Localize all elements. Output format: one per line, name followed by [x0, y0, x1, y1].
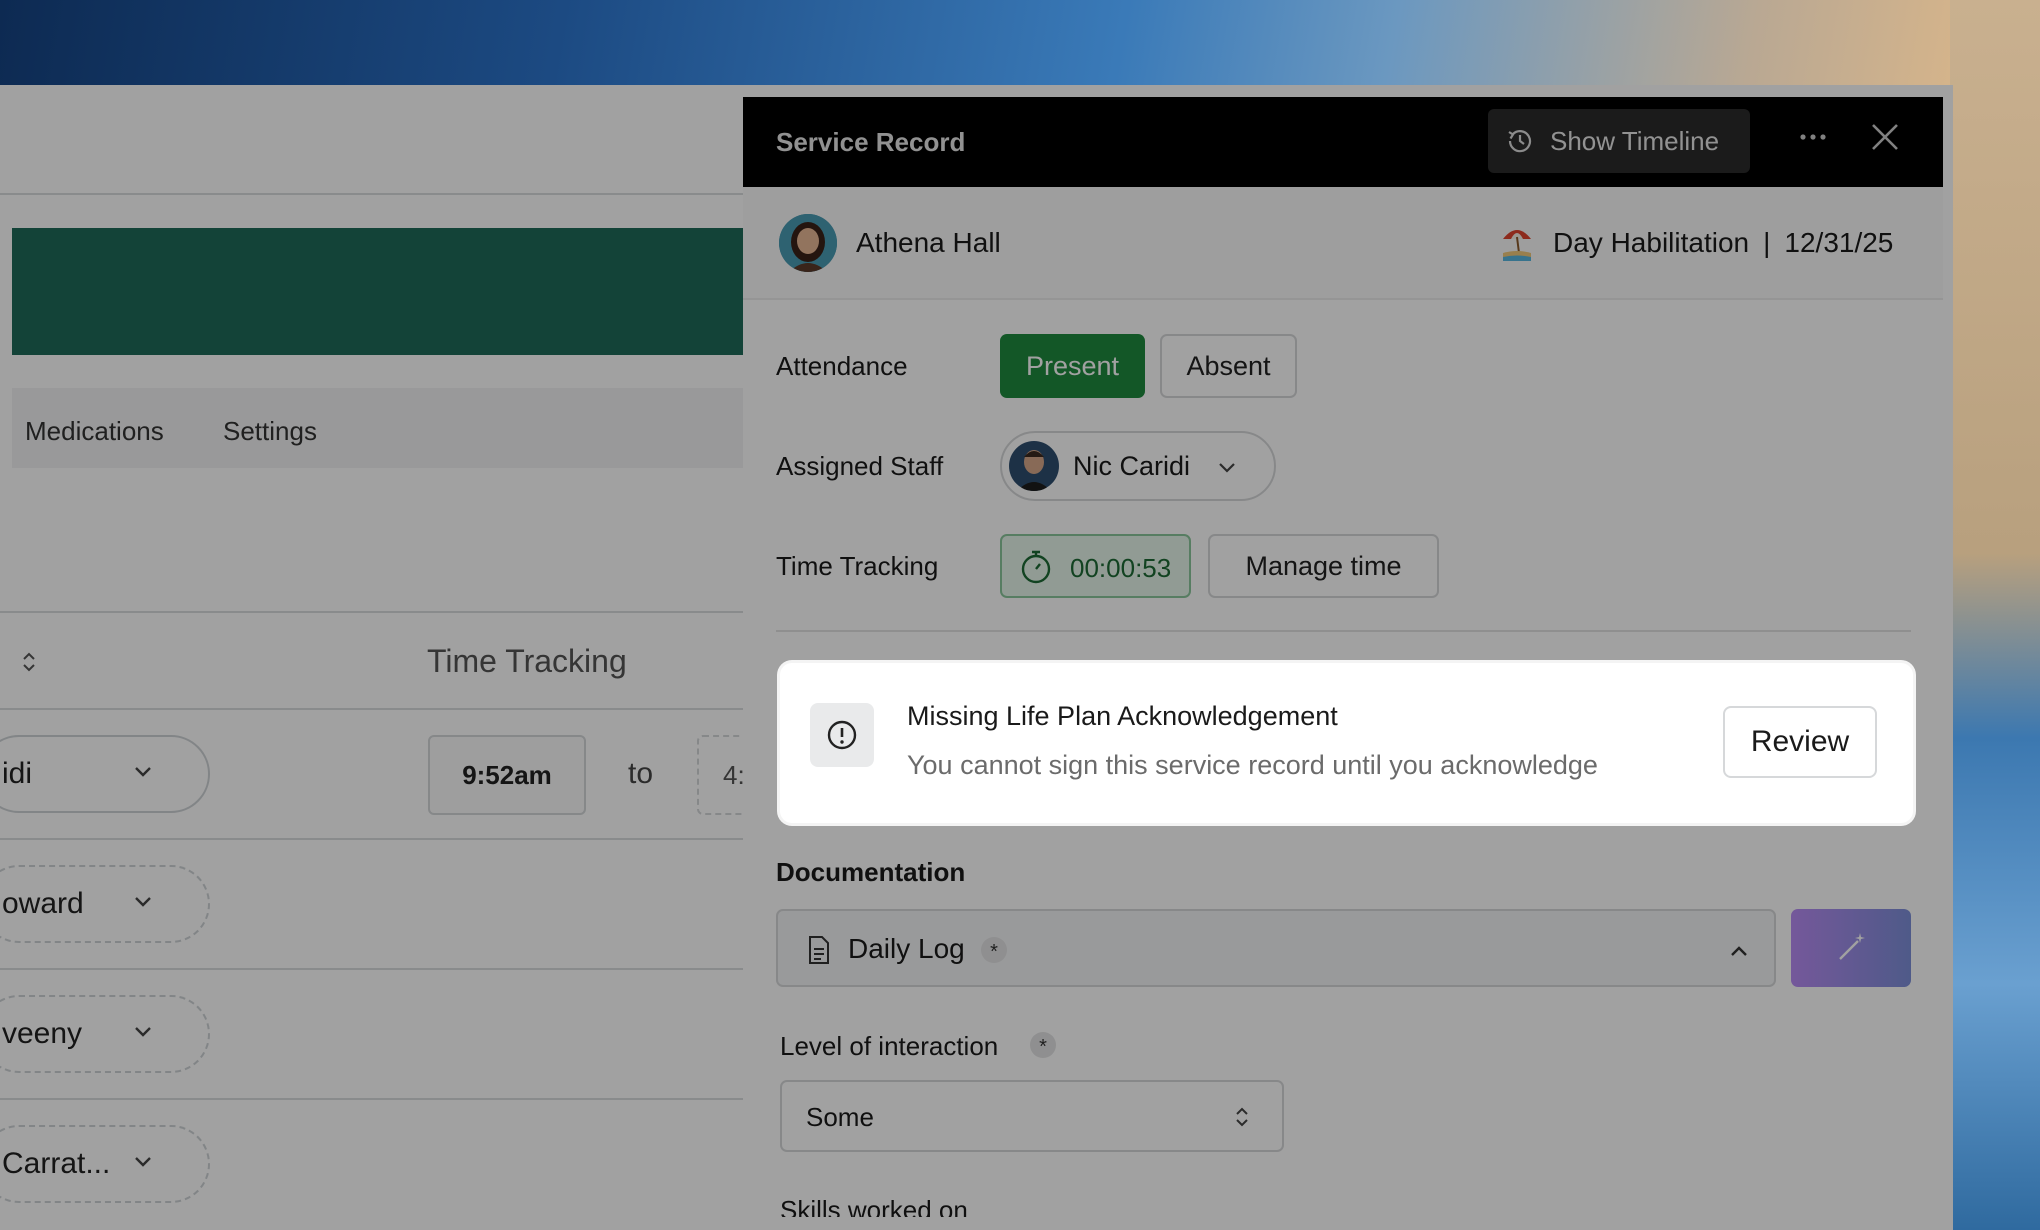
panel-header: Service Record Show Timeline: [743, 97, 1943, 187]
attendance-label: Attendance: [776, 351, 908, 381]
stopwatch-icon: [1021, 550, 1051, 584]
service-separator: |: [1763, 227, 1771, 258]
divider: [776, 630, 1911, 632]
staff-avatar: [1009, 441, 1059, 491]
alert-circle-icon: [827, 720, 857, 750]
required-indicator: *: [981, 937, 1007, 963]
alert-message: You cannot sign this service record unti…: [907, 750, 1598, 780]
timer-value: 00:00:53: [1070, 553, 1172, 583]
running-timer[interactable]: 00:00:53: [1000, 534, 1191, 598]
show-timeline-button[interactable]: Show Timeline: [1488, 109, 1750, 173]
level-of-interaction-label: Level of interaction: [780, 1031, 999, 1061]
close-icon[interactable]: [1863, 115, 1907, 159]
select-updown-icon: [1236, 1107, 1248, 1127]
service-date: 12/31/25: [1784, 227, 1894, 258]
client-avatar-image: [779, 214, 837, 272]
alert-icon-box: [810, 703, 874, 767]
more-options-icon[interactable]: [1791, 115, 1835, 159]
alert-title: Missing Life Plan Acknowledgement: [907, 701, 1338, 731]
document-select[interactable]: Daily Log *: [776, 909, 1776, 987]
panel-title: Service Record: [776, 127, 966, 157]
assigned-staff-name: Nic Caridi: [1073, 451, 1191, 481]
review-button[interactable]: Review: [1723, 706, 1877, 778]
history-icon: [1508, 130, 1532, 153]
assigned-staff-select[interactable]: Nic Caridi: [1000, 431, 1276, 501]
assigned-staff-label: Assigned Staff: [776, 451, 944, 481]
desktop-wallpaper: [1950, 0, 2040, 1230]
show-timeline-label: Show Timeline: [1550, 126, 1720, 156]
manage-time-button[interactable]: Manage time: [1208, 534, 1439, 598]
service-info: Day Habilitation | 12/31/25: [1553, 227, 1893, 259]
time-tracking-label: Time Tracking: [776, 551, 939, 581]
staff-avatar-image: [1009, 441, 1059, 491]
service-name: Day Habilitation: [1553, 227, 1750, 258]
magic-wand-icon: [1839, 933, 1865, 960]
ai-assist-button[interactable]: [1791, 909, 1911, 987]
service-record-panel: Service Record Show Timeline Athena Hall…: [743, 97, 1943, 1217]
skills-label: Skills worked on: [780, 1195, 968, 1217]
document-icon: [809, 936, 829, 964]
level-of-interaction-select[interactable]: Some: [780, 1080, 1284, 1152]
present-button[interactable]: Present: [1000, 334, 1145, 398]
required-indicator: *: [1030, 1032, 1056, 1058]
document-name: Daily Log: [848, 933, 965, 964]
beach-umbrella-icon: [1503, 230, 1531, 261]
client-info-row: Athena Hall Day Habilitation | 12/31/25: [743, 187, 1943, 300]
absent-button[interactable]: Absent: [1160, 334, 1297, 398]
chevron-up-icon: [1731, 946, 1747, 956]
missing-acknowledgement-alert: Missing Life Plan Acknowledgement You ca…: [780, 663, 1913, 823]
chevron-down-icon: [1219, 463, 1235, 473]
level-of-interaction-value: Some: [806, 1102, 874, 1132]
client-avatar: [779, 214, 837, 272]
client-name: Athena Hall: [856, 227, 1001, 258]
documentation-label: Documentation: [776, 857, 966, 887]
